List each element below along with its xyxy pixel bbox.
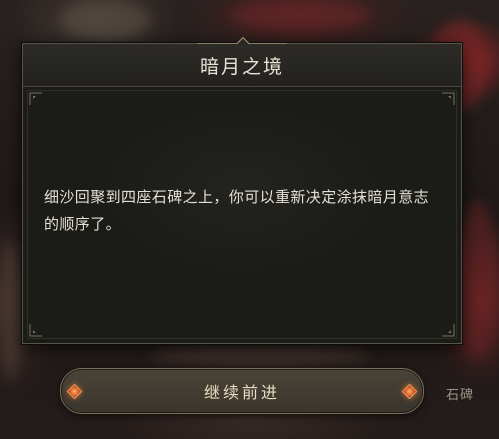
corner-ornament-icon [29, 92, 43, 106]
gem-icon [66, 383, 83, 400]
world-object-label: 石碑 [446, 388, 475, 403]
continue-button[interactable]: 继续前进 [60, 368, 424, 414]
corner-ornament-icon [441, 323, 455, 337]
continue-button-label: 继续前进 [203, 383, 280, 402]
corner-ornament-icon [29, 323, 43, 337]
dialog-title: 暗月之境 [199, 55, 284, 78]
corner-ornament-icon [441, 92, 455, 106]
dialog-message: 细沙回聚到四座石碑之上，你可以重新决定涂抹暗月意志的顺序了。 [44, 188, 430, 233]
gem-icon [401, 383, 418, 400]
dialog-header: 暗月之境 [23, 44, 461, 87]
dialog-panel: 暗月之境 细沙回聚到四座石碑之上，你可以重新决定涂抹暗月意志的顺序了。 [22, 36, 462, 344]
